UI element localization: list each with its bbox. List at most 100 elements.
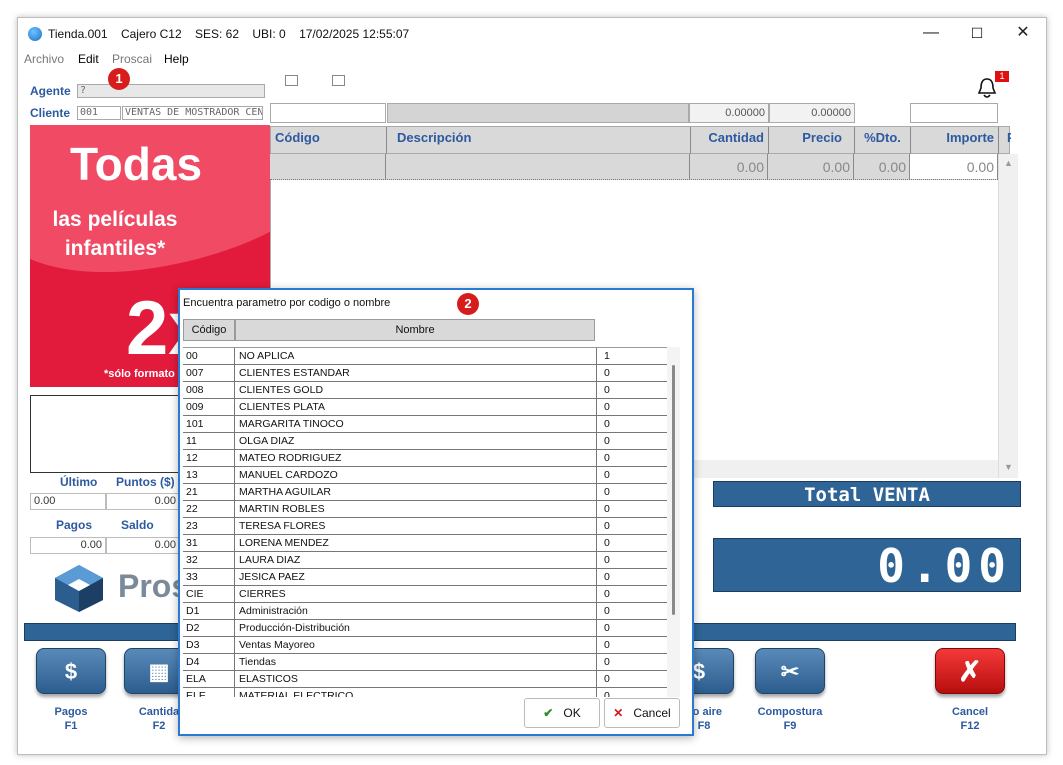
minimize-button[interactable]: — — [908, 18, 954, 50]
option-checkbox-2[interactable] — [332, 75, 345, 86]
pagos-button-label: Pagos F1 — [36, 705, 106, 733]
header-cantidad[interactable]: Cantidad — [691, 127, 769, 154]
menu-edit[interactable]: Edit — [78, 52, 99, 66]
main-window: Tienda.001 Cajero C12 SES: 62 UBI: 0 17/… — [17, 17, 1047, 755]
menu-archivo[interactable]: Archivo — [24, 52, 64, 66]
col-divider — [596, 603, 597, 620]
col-divider — [234, 586, 235, 603]
list-item-name: CLIENTES PLATA — [239, 401, 325, 413]
dialog-list[interactable]: 0 0 NO APLICA 1 007 CLIENTES ESTANDAR 0 008 CLIE… — [183, 347, 667, 697]
list-item[interactable]: 33 JESICA PAEZ 0 — [183, 569, 667, 586]
list-item[interactable]: D1 Administración 0 — [183, 603, 667, 620]
maximize-button[interactable]: ☐ — [954, 18, 1000, 50]
list-item-code: 13 — [186, 469, 198, 481]
list-item[interactable]: ELA ELASTICOS 0 — [183, 671, 667, 688]
grid-vertical-scrollbar[interactable]: ▲ ▼ — [998, 154, 1018, 478]
ultimo-value: 0.00 — [30, 493, 106, 510]
header-importe[interactable]: Importe — [911, 127, 999, 154]
dialog-header-nombre[interactable]: Nombre — [235, 319, 595, 341]
list-item[interactable]: 22 MARTIN ROBLES 0 — [183, 501, 667, 518]
check-icon: ✔ — [543, 706, 554, 720]
col-divider — [234, 416, 235, 433]
dialog-scrollbar[interactable] — [667, 347, 680, 697]
header-p[interactable]: P — [999, 127, 1011, 154]
list-item[interactable]: 21 MARTHA AGUILAR 0 — [183, 484, 667, 501]
list-item[interactable]: D3 Ventas Mayoreo 0 — [183, 637, 667, 654]
compostura-button[interactable]: ✂ — [755, 648, 825, 694]
list-item[interactable]: CIE CIERRES 0 — [183, 586, 667, 603]
scroll-down-icon[interactable]: ▼ — [1004, 462, 1013, 472]
list-item-value: 0 — [604, 656, 610, 668]
list-item[interactable]: 101 MARGARITA TINOCO 0 — [183, 416, 667, 433]
list-item[interactable]: 32 LAURA DIAZ 0 — [183, 552, 667, 569]
col-divider — [596, 365, 597, 382]
list-item-value: 0 — [604, 571, 610, 583]
list-item[interactable]: D4 Tiendas 0 — [183, 654, 667, 671]
list-item-name: Tiendas — [239, 656, 276, 668]
extra-input[interactable] — [910, 103, 998, 123]
row-importe[interactable]: 0.00 — [910, 154, 998, 179]
col-divider — [234, 620, 235, 637]
list-item[interactable]: 13 MANUEL CARDOZO 0 — [183, 467, 667, 484]
list-item[interactable]: 11 OLGA DIAZ 0 — [183, 433, 667, 450]
promo-title: Todas — [70, 138, 203, 190]
list-item-value: 1 — [604, 350, 610, 362]
list-item-name: Ventas Mayoreo — [239, 639, 315, 651]
total-venta-label: Total VENTA — [713, 481, 1021, 507]
compostura-button-label: Compostura F9 — [745, 705, 835, 733]
list-item[interactable]: 009 CLIENTES PLATA 0 — [183, 399, 667, 416]
dialog-header-codigo[interactable]: Código — [183, 319, 235, 341]
header-precio[interactable]: Precio — [769, 127, 855, 154]
notes-box[interactable] — [30, 395, 190, 473]
list-item-name: NO APLICA — [239, 350, 295, 362]
close-button[interactable]: ✕ — [1000, 18, 1046, 50]
list-item-code: ELA — [186, 673, 206, 685]
list-item[interactable]: 12 MATEO RODRIGUEZ 0 — [183, 450, 667, 467]
promo-subtitle: las películas infantiles* — [52, 208, 178, 260]
list-item[interactable]: 007 CLIENTES ESTANDAR 0 — [183, 365, 667, 382]
agente-input[interactable]: ? — [77, 84, 265, 98]
list-item-code: 101 — [186, 418, 204, 430]
cliente-code-input[interactable]: 001 — [77, 106, 121, 120]
list-item[interactable]: D2 Producción-Distribución 0 — [183, 620, 667, 637]
list-item[interactable]: 00 NO APLICA 1 — [183, 348, 667, 365]
col-divider — [596, 416, 597, 433]
list-item-value: 0 — [604, 452, 610, 464]
header-descripcion[interactable]: Descripción — [387, 127, 691, 154]
header-descuento[interactable]: %Dto. — [855, 127, 911, 154]
cancel-button[interactable]: ✕ Cancel — [604, 698, 680, 728]
product-code-input[interactable] — [270, 103, 386, 123]
list-item[interactable]: 008 CLIENTES GOLD 0 — [183, 382, 667, 399]
col-divider — [596, 450, 597, 467]
cancel-x-icon: ✗ — [958, 656, 982, 687]
dialog-scroll-thumb[interactable] — [672, 365, 675, 615]
scroll-up-icon[interactable]: ▲ — [1004, 158, 1013, 168]
col-divider — [596, 399, 597, 416]
ok-button[interactable]: ✔ OK — [524, 698, 600, 728]
col-divider — [234, 467, 235, 484]
list-item[interactable]: ELE MATERIAL ELECTRICO 0 — [183, 688, 667, 697]
table-row[interactable]: 0.00 0.00 0.00 0.00 — [270, 154, 998, 180]
col-divider — [234, 348, 235, 365]
list-item-value: 0 — [604, 418, 610, 430]
menu-help[interactable]: Help — [164, 52, 189, 66]
x-icon: ✕ — [613, 706, 624, 720]
list-item[interactable]: 23 TERESA FLORES 0 — [183, 518, 667, 535]
col-divider — [596, 518, 597, 535]
pagos-button[interactable]: $ — [36, 648, 106, 694]
list-item-code: D3 — [186, 639, 200, 651]
header-codigo[interactable]: Código — [271, 127, 387, 154]
cancel-sale-button[interactable]: ✗ — [935, 648, 1005, 694]
list-item-code: 007 — [186, 367, 204, 379]
compostura-label-text: Compostura — [757, 706, 823, 718]
menu-proscai[interactable]: Proscai — [112, 52, 152, 66]
title-bar: Tienda.001 Cajero C12 SES: 62 UBI: 0 17/… — [18, 18, 1046, 50]
col-divider — [234, 501, 235, 518]
list-item-name: OLGA DIAZ — [239, 435, 295, 447]
col-divider — [596, 688, 597, 697]
list-item-code: 33 — [186, 571, 198, 583]
list-item[interactable]: 31 LORENA MENDEZ 0 — [183, 535, 667, 552]
option-checkbox-1[interactable] — [285, 75, 298, 86]
grid-header: Código Descripción Cantidad Precio %Dto.… — [270, 126, 1011, 154]
col-divider — [234, 688, 235, 697]
